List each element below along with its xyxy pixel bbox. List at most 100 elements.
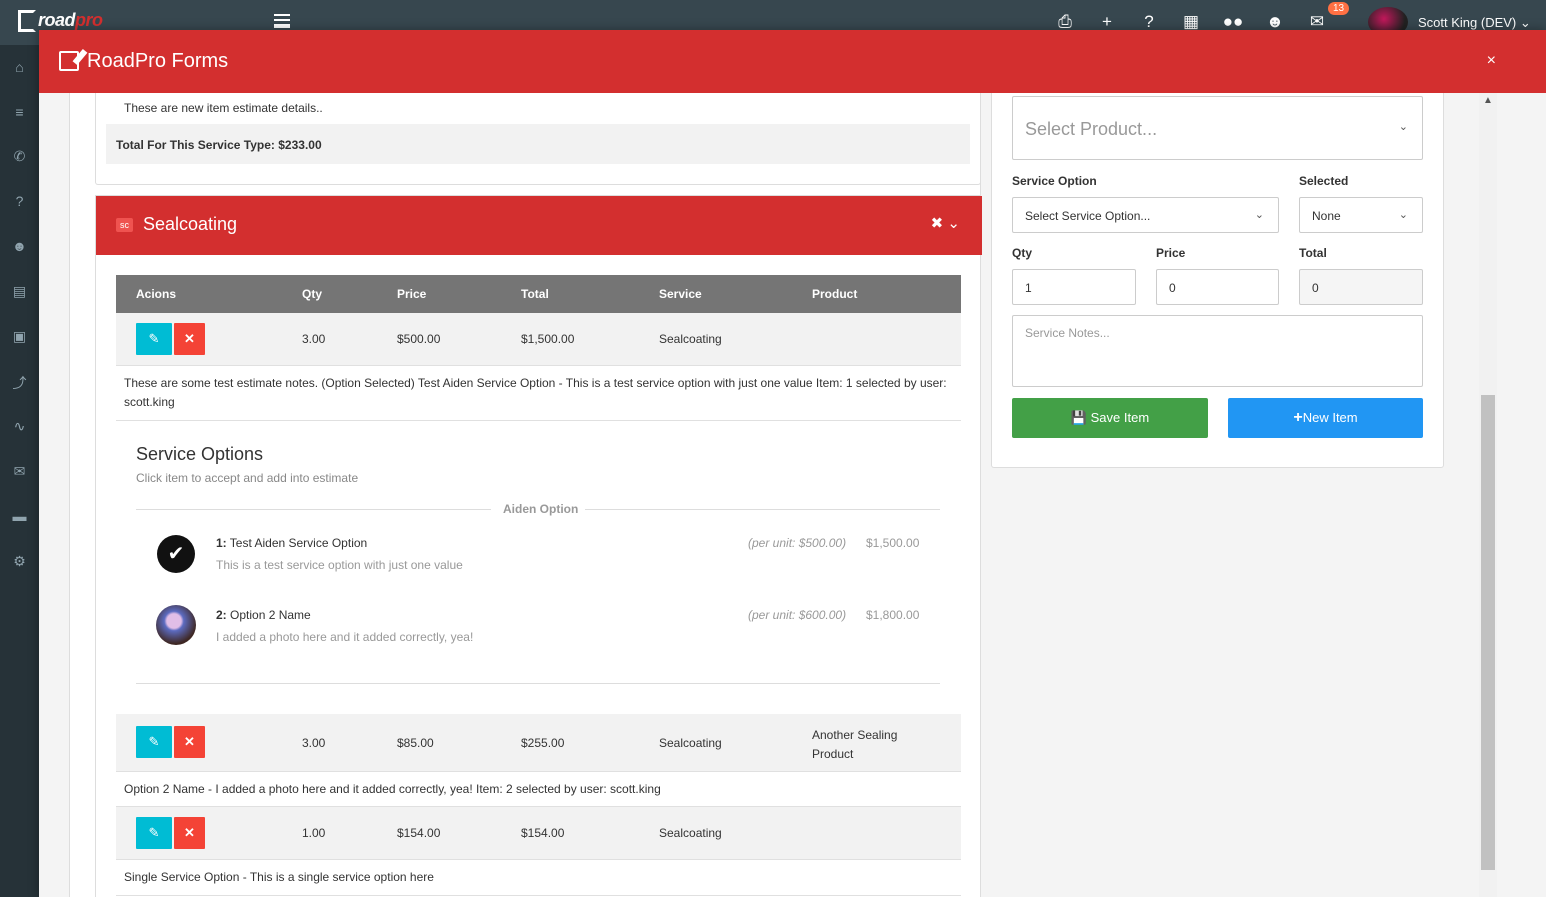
service-options-title: Service Options xyxy=(136,444,264,464)
selected-label: Selected xyxy=(1299,174,1349,188)
product-cell: Another Sealing Product xyxy=(812,728,898,761)
total-cell: $154.00 xyxy=(521,826,565,840)
divider xyxy=(585,509,940,510)
option-name: 2: Option 2 Name xyxy=(216,608,311,622)
sliders-icon[interactable]: ≡ xyxy=(0,104,39,120)
modal-header: RoadPro Forms × xyxy=(39,30,1546,93)
price-input[interactable]: 0 xyxy=(1156,269,1279,305)
phone-icon[interactable]: ✆ xyxy=(0,148,39,165)
price-cell: $85.00 xyxy=(397,736,434,750)
option-name: 1: Test Aiden Service Option xyxy=(216,536,368,550)
delete-button[interactable]: ✕ xyxy=(174,817,205,849)
modal-body: These are new item estimate details.. To… xyxy=(39,93,1546,897)
remove-section-icon[interactable]: ✖ xyxy=(931,215,944,232)
plus-icon: + xyxy=(1293,409,1303,426)
chevron-down-icon: ⌄ xyxy=(1254,209,1264,221)
option-total: $1,500.00 xyxy=(866,536,920,550)
documents-icon[interactable]: ▤ xyxy=(0,283,39,300)
people-nav-icon[interactable]: ☻ xyxy=(0,238,39,254)
chevron-up-icon[interactable]: ▲ xyxy=(1483,95,1493,106)
mail-icon[interactable]: ✉ xyxy=(0,463,39,480)
edit-button[interactable]: ✎ xyxy=(136,817,172,849)
option-description: I added a photo here and it added correc… xyxy=(216,630,474,644)
price-cell: $500.00 xyxy=(397,332,441,346)
service-options-subtitle: Click item to accept and add into estima… xyxy=(136,471,359,485)
gear-icon[interactable]: ⚙ xyxy=(0,553,39,570)
notification-badge: 13 xyxy=(1328,2,1350,15)
table-header: Acions Qty Price Total Service Product xyxy=(116,275,961,313)
left-sidebar: ⌂ ≡ ✆ ? ☻ ▤ ▣ ⤴ ∿ ✉ ▬ ⚙ xyxy=(0,45,39,897)
service-option-select[interactable]: Select Service Option... ⌄ xyxy=(1012,197,1279,233)
check-icon: ✔ xyxy=(157,535,195,573)
service-option-label: Service Option xyxy=(1012,174,1097,188)
chevron-down-icon[interactable]: ⌄ xyxy=(947,215,960,232)
total-cell: $1,500.00 xyxy=(521,332,575,346)
item-note: These are new item estimate details.. xyxy=(124,101,323,115)
column-header: Total xyxy=(521,287,549,301)
service-cell: Sealcoating xyxy=(659,736,722,750)
card-icon[interactable]: ▬ xyxy=(0,508,39,524)
qty-label: Qty xyxy=(1012,246,1033,260)
app-logo[interactable]: roadpro xyxy=(18,10,103,33)
total-label: Total xyxy=(1299,246,1327,260)
total-input: 0 xyxy=(1299,269,1423,305)
option-photo xyxy=(156,605,196,645)
divider xyxy=(136,683,940,684)
modal-title: RoadPro Forms xyxy=(87,50,229,72)
column-header: Service xyxy=(659,287,702,301)
row-note: Option 2 Name - I added a photo here and… xyxy=(116,772,961,807)
service-notes-textarea[interactable]: Service Notes... xyxy=(1012,315,1423,387)
divider xyxy=(136,509,491,510)
section-title: Sealcoating xyxy=(143,214,238,234)
product-select[interactable]: Select Product... ⌄ xyxy=(1012,96,1423,160)
price-label: Price xyxy=(1156,246,1186,260)
option-description: This is a test service option with just … xyxy=(216,558,463,572)
sealcoating-card: sc Sealcoating ✖ ⌄ Acions Qty Price Tota… xyxy=(95,195,982,897)
delete-button[interactable]: ✕ xyxy=(174,323,205,355)
clipboard-icon[interactable]: ▣ xyxy=(0,328,39,345)
close-icon[interactable]: × xyxy=(1487,52,1496,70)
previous-service-card: These are new item estimate details.. To… xyxy=(95,93,981,185)
sealcoating-header[interactable]: sc Sealcoating ✖ ⌄ xyxy=(96,196,982,255)
new-item-button[interactable]: +New Item xyxy=(1228,398,1423,438)
menu-icon[interactable] xyxy=(274,14,290,28)
edit-button[interactable]: ✎ xyxy=(136,323,172,355)
row-note: Single Service Option - This is a single… xyxy=(116,860,961,896)
modal-scrollbar[interactable]: ▲ xyxy=(1479,93,1497,897)
total-cell: $255.00 xyxy=(521,736,565,750)
roadpro-forms-modal: RoadPro Forms × These are new item estim… xyxy=(39,30,1546,897)
chart-icon[interactable]: ∿ xyxy=(0,418,39,435)
column-header: Acions xyxy=(136,287,177,301)
service-cell: Sealcoating xyxy=(659,332,722,346)
option-unit-price: (per unit: $600.00) xyxy=(748,608,847,622)
chevron-down-icon: ⌄ xyxy=(1398,209,1408,221)
delete-button[interactable]: ✕ xyxy=(174,726,205,758)
save-item-button[interactable]: 💾 Save Item xyxy=(1012,398,1208,438)
edit-button[interactable]: ✎ xyxy=(136,726,172,758)
option-group-label: Aiden Option xyxy=(503,502,579,516)
chevron-down-icon: ⌄ xyxy=(1398,121,1408,133)
price-cell: $154.00 xyxy=(397,826,441,840)
qty-cell: 1.00 xyxy=(302,826,326,840)
selected-select[interactable]: None ⌄ xyxy=(1299,197,1423,233)
service-type-total: Total For This Service Type: $233.00 xyxy=(106,124,970,164)
edit-icon xyxy=(59,51,79,71)
route-icon[interactable]: ⤴ xyxy=(0,373,39,393)
home-icon[interactable]: ⌂ xyxy=(0,59,39,75)
column-header: Price xyxy=(397,287,427,301)
option-unit-price: (per unit: $500.00) xyxy=(748,536,847,550)
qty-cell: 3.00 xyxy=(302,332,326,346)
table-row: ✎ ✕ 3.00 $85.00 $255.00 Sealcoating Anot… xyxy=(116,714,961,772)
option-total: $1,800.00 xyxy=(866,608,920,622)
qty-cell: 3.00 xyxy=(302,736,326,750)
question-icon[interactable]: ? xyxy=(0,193,39,209)
estimate-items-column: These are new item estimate details.. To… xyxy=(69,93,982,897)
user-menu[interactable]: Scott King (DEV) ⌄ xyxy=(1418,15,1531,31)
service-cell: Sealcoating xyxy=(659,826,722,840)
save-icon: 💾 xyxy=(1070,410,1088,425)
column-header: Qty xyxy=(302,287,323,301)
scroll-thumb[interactable] xyxy=(1481,395,1495,870)
qty-input[interactable]: 1 xyxy=(1012,269,1136,305)
table-row: ✎ ✕ 1.00 $154.00 $154.00 Sealcoating xyxy=(116,807,961,860)
service-badge: sc xyxy=(116,218,133,232)
